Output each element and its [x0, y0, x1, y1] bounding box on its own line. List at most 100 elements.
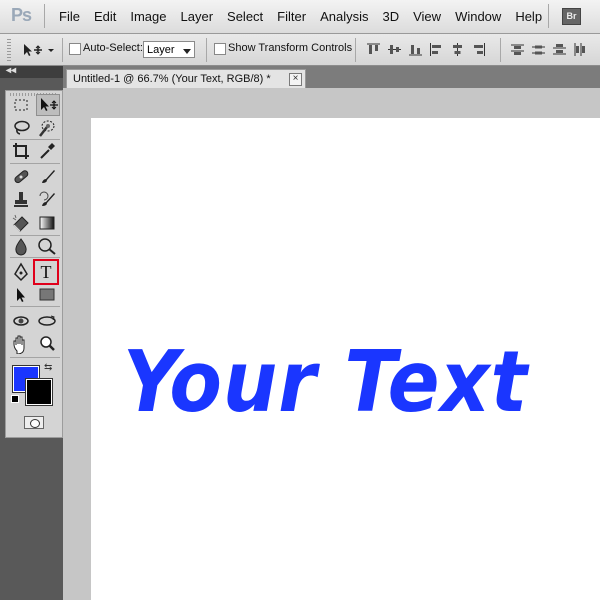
options-bar-grip[interactable] — [7, 39, 11, 61]
menu-analysis[interactable]: Analysis — [313, 0, 375, 33]
eyedropper-tool[interactable] — [37, 141, 57, 161]
menu-layer[interactable]: Layer — [174, 0, 221, 33]
stamp-icon — [14, 192, 28, 207]
magnifier-icon — [40, 336, 55, 351]
path-selection-icon — [17, 288, 25, 302]
chevron-down-icon — [183, 49, 191, 54]
options-separator — [62, 38, 63, 62]
3d-rotate-tool[interactable] — [11, 311, 31, 331]
clone-stamp-tool[interactable] — [11, 190, 31, 210]
auto-select-dropdown[interactable]: Layer — [143, 41, 195, 58]
pen-tool[interactable] — [11, 262, 31, 282]
history-brush-icon — [39, 191, 55, 206]
tools-panel: T ⇆ — [5, 90, 63, 438]
marquee-icon — [14, 99, 28, 111]
collapse-panel-icon[interactable]: ◂◂ — [6, 65, 16, 76]
auto-select-label: Auto-Select: — [83, 42, 143, 54]
rectangular-marquee-tool[interactable] — [11, 95, 31, 115]
quick-mask-button[interactable] — [24, 416, 44, 429]
menu-window[interactable]: Window — [448, 0, 508, 33]
default-colors-icon[interactable] — [11, 395, 19, 403]
menu-view[interactable]: View — [406, 0, 448, 33]
menu-select[interactable]: Select — [220, 0, 270, 33]
blur-tool[interactable] — [11, 236, 31, 256]
align-right-icon[interactable] — [471, 43, 486, 56]
align-vertical-center-icon[interactable] — [387, 43, 402, 56]
pen-icon — [14, 262, 28, 282]
quick-selection-icon — [39, 120, 55, 137]
menu-separator — [44, 4, 45, 28]
distribute-buttons — [510, 43, 588, 56]
hand-tool[interactable] — [11, 334, 31, 354]
options-bar: Auto-Select: Layer Show Transform Contro… — [0, 34, 600, 66]
bridge-button[interactable]: Br — [562, 8, 581, 25]
align-left-icon[interactable] — [429, 43, 444, 56]
distribute-left-icon[interactable] — [573, 43, 588, 56]
zoom-tool[interactable] — [37, 334, 57, 354]
show-transform-checkbox[interactable] — [214, 43, 226, 55]
move-tool[interactable] — [36, 94, 60, 116]
distribute-vertical-center-icon[interactable] — [531, 43, 546, 56]
hand-icon — [13, 335, 25, 354]
menu-file[interactable]: File — [52, 0, 87, 33]
menu-items: File Edit Image Layer Select Filter Anal… — [52, 0, 549, 33]
menu-image[interactable]: Image — [123, 0, 173, 33]
document-tab[interactable]: Untitled-1 @ 66.7% (Your Text, RGB/8) * … — [66, 69, 306, 88]
bandage-icon — [14, 170, 29, 184]
3d-orbit-icon — [38, 315, 56, 326]
path-selection-tool[interactable] — [11, 285, 31, 305]
document-tab-bar: Untitled-1 @ 66.7% (Your Text, RGB/8) * … — [63, 66, 600, 88]
brush-tool[interactable] — [37, 167, 57, 187]
tools-panel-header[interactable]: ◂◂ — [0, 65, 63, 78]
tools-separator — [10, 257, 60, 258]
water-drop-icon — [15, 238, 27, 256]
options-separator — [500, 38, 501, 62]
tools-separator — [10, 139, 60, 140]
3d-rotate-icon — [13, 316, 29, 326]
swap-colors-icon[interactable]: ⇆ — [44, 362, 52, 373]
align-horizontal-center-icon[interactable] — [450, 43, 465, 56]
lasso-tool[interactable] — [11, 118, 31, 138]
menu-filter[interactable]: Filter — [270, 0, 313, 33]
tools-separator — [10, 306, 60, 307]
align-bottom-icon[interactable] — [408, 43, 423, 56]
rectangle-tool[interactable] — [37, 285, 57, 305]
auto-select-checkbox[interactable] — [69, 43, 81, 55]
canvas-text-layer[interactable]: Your Text — [123, 340, 528, 425]
spot-healing-brush-tool[interactable] — [11, 167, 31, 187]
options-separator — [355, 38, 356, 62]
type-icon: T — [40, 262, 52, 282]
options-separator — [206, 38, 207, 62]
distribute-top-icon[interactable] — [510, 43, 525, 56]
quick-selection-tool[interactable] — [37, 118, 57, 138]
distribute-bottom-icon[interactable] — [552, 43, 567, 56]
menu-separator — [548, 4, 549, 28]
document-canvas[interactable]: Your Text — [91, 118, 600, 600]
background-color-swatch[interactable] — [25, 378, 53, 406]
menu-3d[interactable]: 3D — [375, 0, 406, 33]
close-icon[interactable]: × — [289, 73, 302, 86]
brush-icon — [42, 170, 55, 183]
dodge-tool[interactable] — [37, 236, 57, 256]
menu-edit[interactable]: Edit — [87, 0, 123, 33]
crop-tool[interactable] — [11, 141, 31, 161]
document-tab-title: Untitled-1 @ 66.7% (Your Text, RGB/8) * — [73, 73, 271, 85]
dodge-icon — [38, 238, 56, 255]
eraser-icon — [12, 214, 29, 232]
move-icon — [41, 98, 58, 111]
auto-select-value: Layer — [147, 44, 175, 56]
eraser-tool[interactable] — [11, 213, 31, 233]
3d-orbit-tool[interactable] — [37, 311, 57, 331]
show-transform-label: Show Transform Controls — [228, 42, 353, 54]
align-top-icon[interactable] — [366, 43, 381, 56]
menu-help[interactable]: Help — [508, 0, 549, 33]
tools-separator — [10, 357, 60, 358]
history-brush-tool[interactable] — [37, 190, 57, 210]
tools-separator — [10, 163, 60, 164]
align-buttons — [366, 43, 486, 56]
type-tool[interactable]: T — [33, 259, 59, 285]
rectangle-icon — [39, 288, 55, 301]
lasso-icon — [14, 120, 30, 135]
gradient-tool[interactable] — [37, 213, 57, 233]
tool-preset-picker[interactable] — [18, 41, 58, 59]
